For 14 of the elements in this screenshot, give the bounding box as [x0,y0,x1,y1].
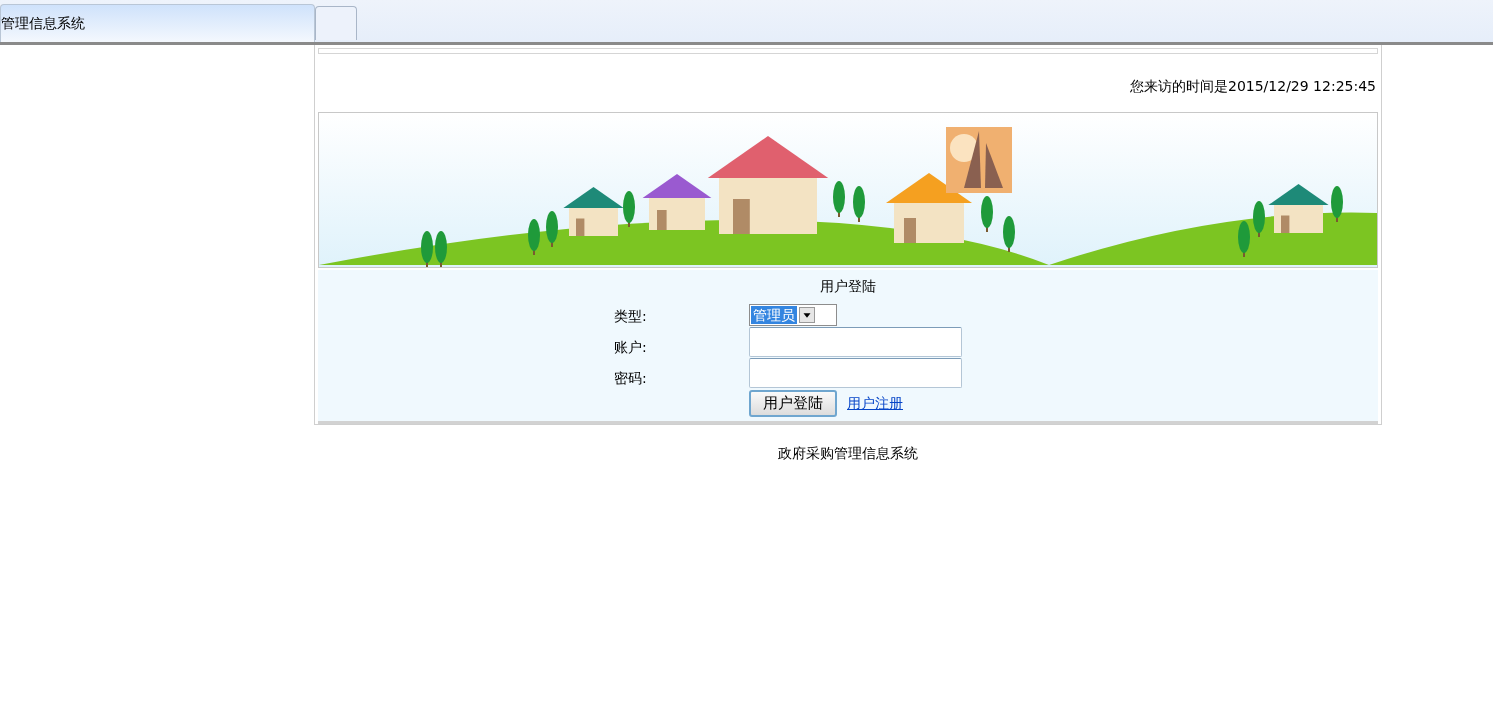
field-label: 密码: [614,370,648,388]
tab[interactable]: 管理信息系统 [0,4,315,42]
caret-icon [799,307,815,323]
tab[interactable] [315,6,357,40]
register-link[interactable]: 用户注册 [847,394,903,413]
login-button[interactable]: 用户登陆 [749,390,837,417]
visit-time-text: 您来访的时间是2015/12/29 12:25:45 [1129,78,1376,94]
field-label: 账户: [614,339,648,357]
footer-text: 政府采购管理信息系统 [778,445,918,461]
input-field[interactable] [749,358,962,388]
type-select[interactable]: 管理员 [749,304,837,326]
input-field[interactable] [749,327,962,357]
field-label: 类型: [614,308,648,326]
login-title: 用户登陆 [820,278,876,296]
